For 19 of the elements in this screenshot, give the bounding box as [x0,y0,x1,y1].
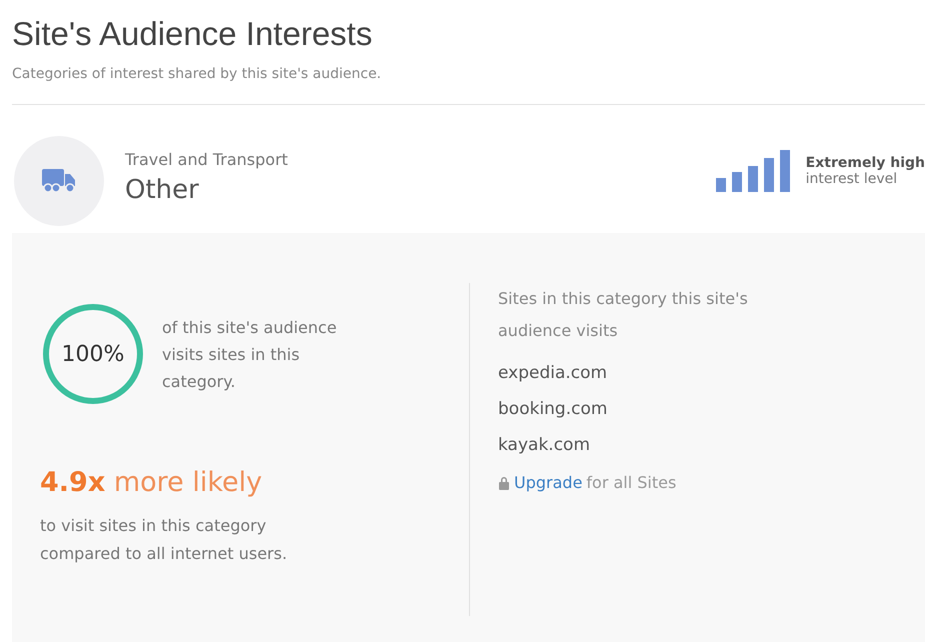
upgrade-note: Upgrade for all Sites [498,473,798,492]
interest-level-caption: interest level [806,171,898,187]
page-title: Site's Audience Interests [12,14,374,54]
interest-bars-icon [716,150,792,192]
share-description: of this site's audience visits sites in this category. [162,316,338,392]
likelihood-description: to visit sites in this category compared to all internet users. [40,515,288,565]
site-name: kayak.com [498,435,591,455]
likelihood-headline: 4.9x more likely [40,467,264,498]
percent-value: 100% [62,342,124,366]
truck-icon [42,169,76,193]
category-name: Other [125,174,200,204]
site-name: booking.com [498,399,608,419]
site-name: expedia.com [498,363,608,383]
interest-level-label: Extremely high [806,155,925,171]
upgrade-link[interactable]: Upgrade [514,473,582,492]
page-subtitle: Categories of interest shared by this site's audience. [12,66,382,82]
category-group: Travel and Transport [125,150,288,168]
lock-icon [498,476,510,490]
sites-heading: Sites in this category this site's audience visits [498,288,749,342]
